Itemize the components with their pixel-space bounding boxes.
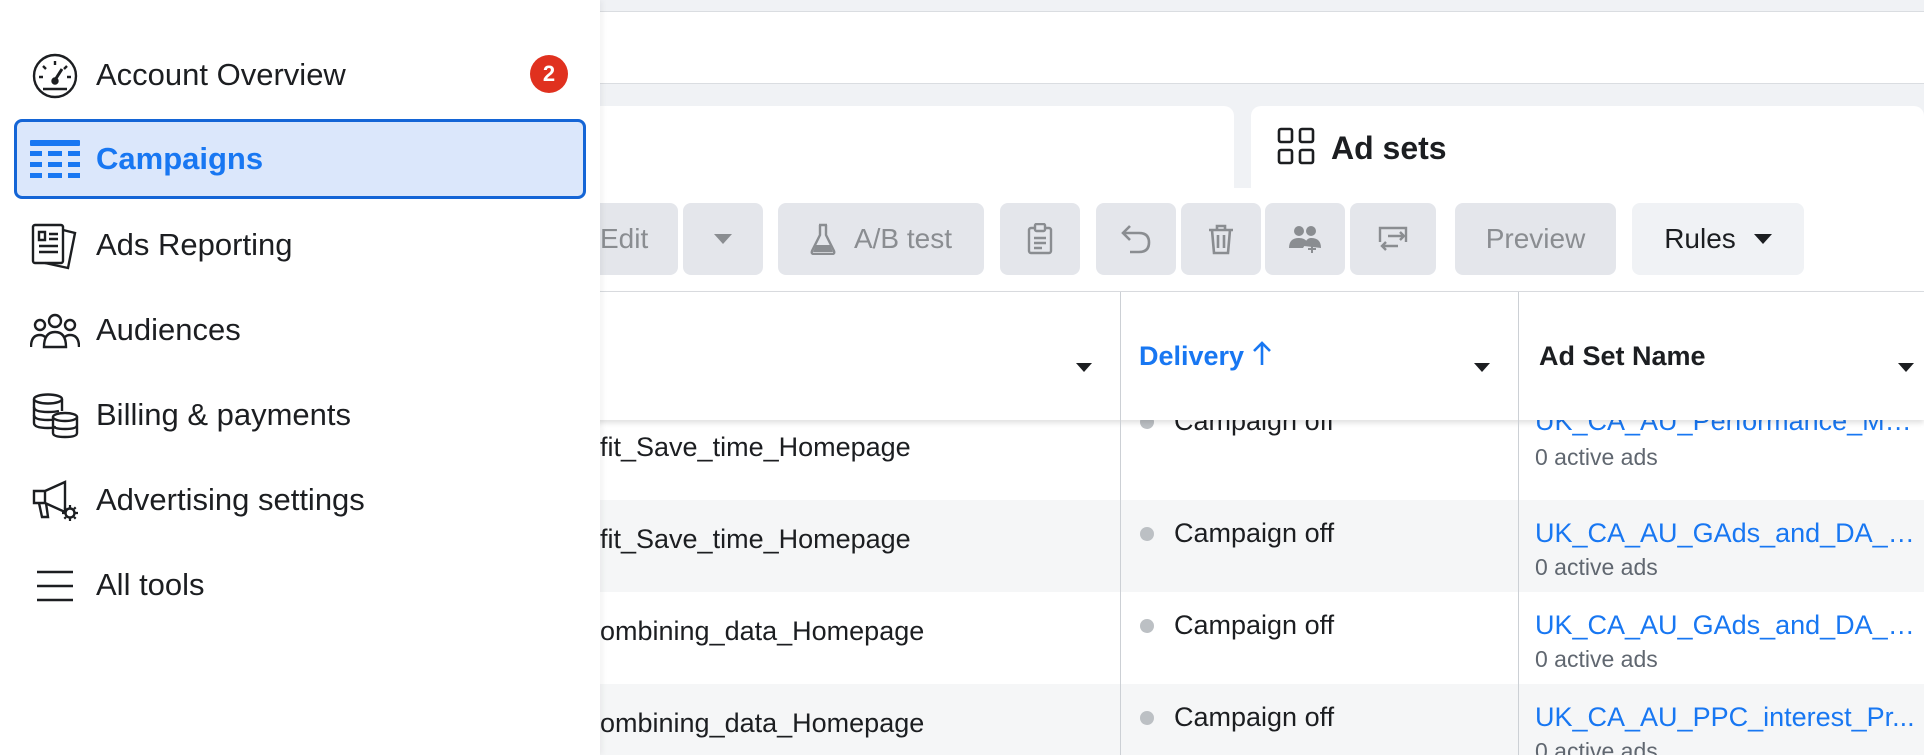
menu-item-label: All tools bbox=[96, 567, 205, 602]
coins-stack-icon bbox=[30, 393, 80, 439]
delivery-cell: Campaign off bbox=[1140, 518, 1510, 549]
navigation-flyout-menu: Account Overview 2 Campaigns Ads Reporti… bbox=[0, 0, 600, 755]
people-add-icon bbox=[1288, 224, 1322, 254]
preview-button-label: Preview bbox=[1485, 223, 1586, 254]
active-ads-count: 0 active ads bbox=[1535, 646, 1658, 672]
menu-item-label: Billing & payments bbox=[96, 397, 352, 432]
rules-button-label: Rules bbox=[1664, 223, 1736, 254]
ad-set-link[interactable]: UK_CA_AU_Performance_Ma... bbox=[1535, 420, 1915, 437]
menu-item-label: Advertising settings bbox=[96, 482, 365, 517]
campaign-name-cell[interactable]: ombining_data_Homepage bbox=[600, 708, 1110, 739]
delivery-status-text: Campaign off bbox=[1174, 702, 1335, 732]
menu-item-advertising-settings[interactable]: Advertising settings bbox=[14, 460, 586, 540]
active-ads-count: 0 active ads bbox=[1535, 554, 1658, 580]
duplicate-button[interactable] bbox=[1000, 203, 1080, 275]
delivery-cell: Campaign off bbox=[1140, 610, 1510, 641]
people-icon bbox=[30, 308, 80, 354]
column-divider[interactable] bbox=[1120, 292, 1121, 755]
column-header-campaign-name[interactable] bbox=[520, 292, 1120, 420]
campaign-name-cell[interactable]: fit_Save_time_Homepage bbox=[600, 432, 1110, 463]
edit-button-label: Edit bbox=[600, 223, 649, 254]
status-dot-icon bbox=[1140, 420, 1154, 429]
menu-item-label: Campaigns bbox=[96, 141, 264, 176]
menu-item-audiences[interactable]: Audiences bbox=[14, 290, 586, 370]
campaign-name-cell[interactable]: ombining_data_Homepage bbox=[600, 616, 1110, 647]
notification-badge: 2 bbox=[530, 55, 568, 93]
tab-ad-sets[interactable]: Ad sets bbox=[1251, 106, 1924, 188]
menu-item-account-overview[interactable]: Account Overview 2 bbox=[14, 35, 586, 115]
edit-dropdown-button[interactable] bbox=[683, 203, 763, 275]
trash-icon bbox=[1207, 223, 1235, 255]
status-dot-icon bbox=[1140, 618, 1154, 633]
gauge-icon bbox=[30, 53, 80, 99]
hamburger-icon bbox=[30, 563, 80, 609]
menu-item-campaigns[interactable]: Campaigns bbox=[14, 119, 586, 199]
ab-test-label: A/B test bbox=[853, 223, 953, 254]
delivery-status-text: Campaign off bbox=[1174, 420, 1335, 436]
status-dot-icon bbox=[1140, 710, 1154, 725]
swap-monitor-icon bbox=[1376, 224, 1410, 254]
column-menu-caret-icon[interactable] bbox=[1898, 348, 1914, 379]
ad-set-link[interactable]: UK_CA_AU_GAds_and_DA_in... bbox=[1535, 610, 1915, 641]
campaign-name-cell[interactable]: fit_Save_time_Homepage bbox=[600, 524, 1110, 555]
ad-sets-grid-icon bbox=[1277, 127, 1315, 165]
undo-icon bbox=[1120, 224, 1152, 254]
ad-set-link[interactable]: UK_CA_AU_PPC_interest_Pr... bbox=[1535, 702, 1915, 733]
undo-button[interactable] bbox=[1096, 203, 1176, 275]
menu-item-label: Audiences bbox=[96, 312, 241, 347]
menu-item-label: Account Overview bbox=[96, 57, 346, 92]
ad-set-name-header-label: Ad Set Name bbox=[1539, 340, 1706, 371]
tab-campaigns[interactable] bbox=[520, 106, 1234, 188]
delivery-header-label: Delivery bbox=[1139, 340, 1245, 371]
megaphone-gear-icon bbox=[30, 478, 80, 524]
column-divider[interactable] bbox=[1518, 292, 1519, 755]
export-button[interactable] bbox=[1350, 203, 1436, 275]
delivery-status-text: Campaign off bbox=[1174, 610, 1335, 640]
column-menu-caret-icon[interactable] bbox=[1076, 348, 1092, 379]
ab-test-button[interactable]: A/B test bbox=[778, 203, 984, 275]
column-header-ad-set-name[interactable]: Ad Set Name bbox=[1518, 292, 1924, 420]
sort-ascending-arrow-icon bbox=[1252, 340, 1272, 373]
active-ads-count: 0 active ads bbox=[1535, 738, 1658, 755]
active-ads-count: 0 active ads bbox=[1535, 444, 1658, 470]
status-dot-icon bbox=[1140, 526, 1154, 541]
delivery-cell: Campaign off bbox=[1140, 420, 1510, 437]
delivery-cell: Campaign off bbox=[1140, 702, 1510, 733]
menu-item-all-tools[interactable]: All tools bbox=[14, 545, 586, 625]
tab-ad-sets-label: Ad sets bbox=[1331, 130, 1447, 166]
delete-button[interactable] bbox=[1181, 203, 1261, 275]
menu-item-billing-payments[interactable]: Billing & payments bbox=[14, 375, 586, 455]
delivery-status-text: Campaign off bbox=[1174, 518, 1335, 548]
report-pages-icon bbox=[30, 223, 80, 270]
clipboard-icon bbox=[1027, 223, 1053, 255]
caret-down-icon bbox=[714, 234, 732, 244]
caret-down-icon bbox=[1736, 234, 1772, 244]
menu-item-label: Ads Reporting bbox=[96, 227, 293, 262]
flask-icon bbox=[810, 223, 854, 255]
column-menu-caret-icon[interactable] bbox=[1474, 348, 1490, 379]
share-audience-button[interactable] bbox=[1265, 203, 1345, 275]
menu-item-ads-reporting[interactable]: Ads Reporting bbox=[14, 205, 586, 285]
column-header-delivery[interactable]: Delivery bbox=[1120, 292, 1518, 420]
ad-set-link[interactable]: UK_CA_AU_GAds_and_DA_in... bbox=[1535, 518, 1915, 549]
rules-button[interactable]: Rules bbox=[1632, 203, 1804, 275]
campaigns-grid-icon bbox=[30, 137, 80, 183]
preview-button[interactable]: Preview bbox=[1455, 203, 1616, 275]
